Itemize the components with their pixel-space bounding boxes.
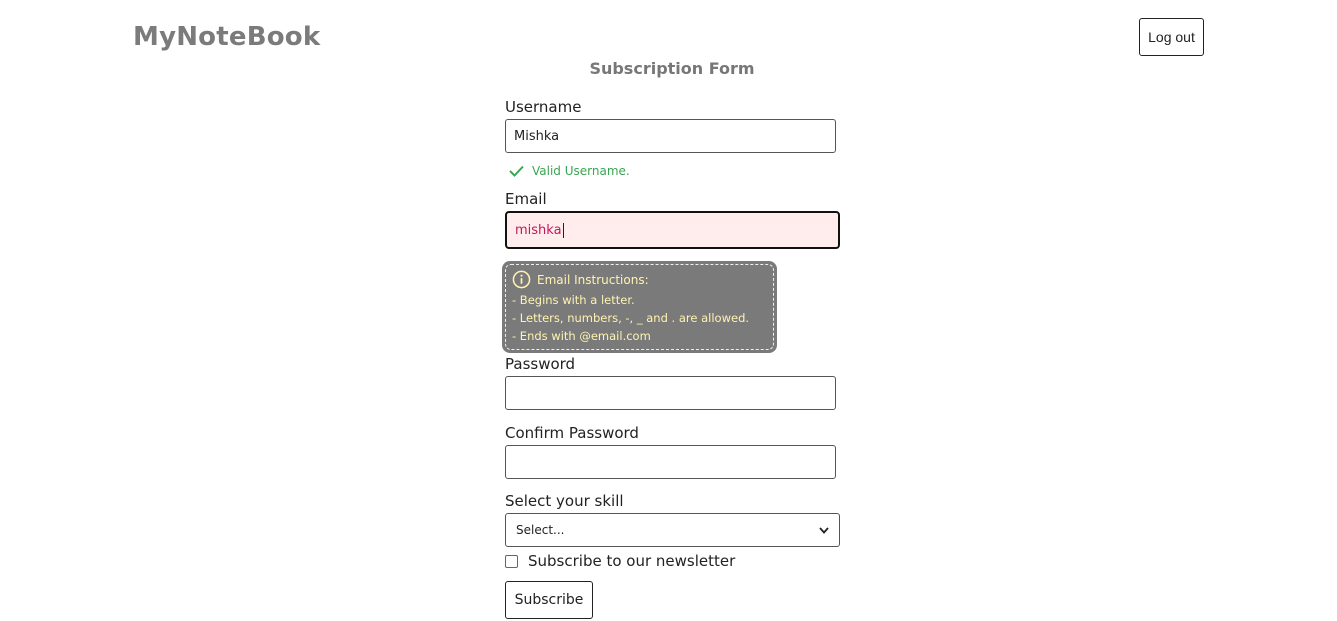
password-label: Password [505, 355, 576, 373]
skill-label: Select your skill [505, 492, 624, 510]
check-icon [509, 165, 524, 177]
confirm-password-label: Confirm Password [505, 424, 639, 442]
email-input[interactable]: mishka [505, 211, 840, 249]
instruction-line: - Letters, numbers, -, _ and . are allow… [512, 311, 750, 325]
subscribe-button[interactable]: Subscribe [505, 581, 593, 619]
instruction-line: - Ends with @email.com [512, 329, 651, 343]
email-label: Email [505, 190, 547, 208]
email-value: mishka [515, 222, 562, 238]
skill-selected-value: Select... [516, 523, 565, 537]
confirm-password-input[interactable] [505, 445, 836, 479]
instructions-heading: Email Instructions: [537, 272, 649, 287]
username-valid-message: Valid Username. [509, 164, 630, 178]
password-input[interactable] [505, 376, 836, 410]
logout-button[interactable]: Log out [1139, 18, 1204, 56]
app-logo: MyNoteBook [133, 22, 321, 52]
info-icon [512, 270, 531, 289]
text-caret [562, 222, 564, 238]
username-input[interactable]: Mishka [505, 119, 836, 153]
chevron-down-icon [819, 526, 829, 534]
username-label: Username [505, 98, 582, 116]
valid-message-text: Valid Username. [532, 164, 630, 178]
form-title: Subscription Form [589, 59, 755, 78]
instruction-line: - Begins with a letter. [512, 293, 635, 307]
newsletter-label: Subscribe to our newsletter [528, 552, 736, 570]
email-instructions-tooltip: Email Instructions: - Begins with a lett… [502, 261, 777, 353]
skill-select[interactable]: Select... [505, 513, 840, 547]
newsletter-row: Subscribe to our newsletter [505, 552, 735, 570]
newsletter-checkbox[interactable] [505, 554, 518, 568]
username-value: Mishka [514, 128, 560, 144]
